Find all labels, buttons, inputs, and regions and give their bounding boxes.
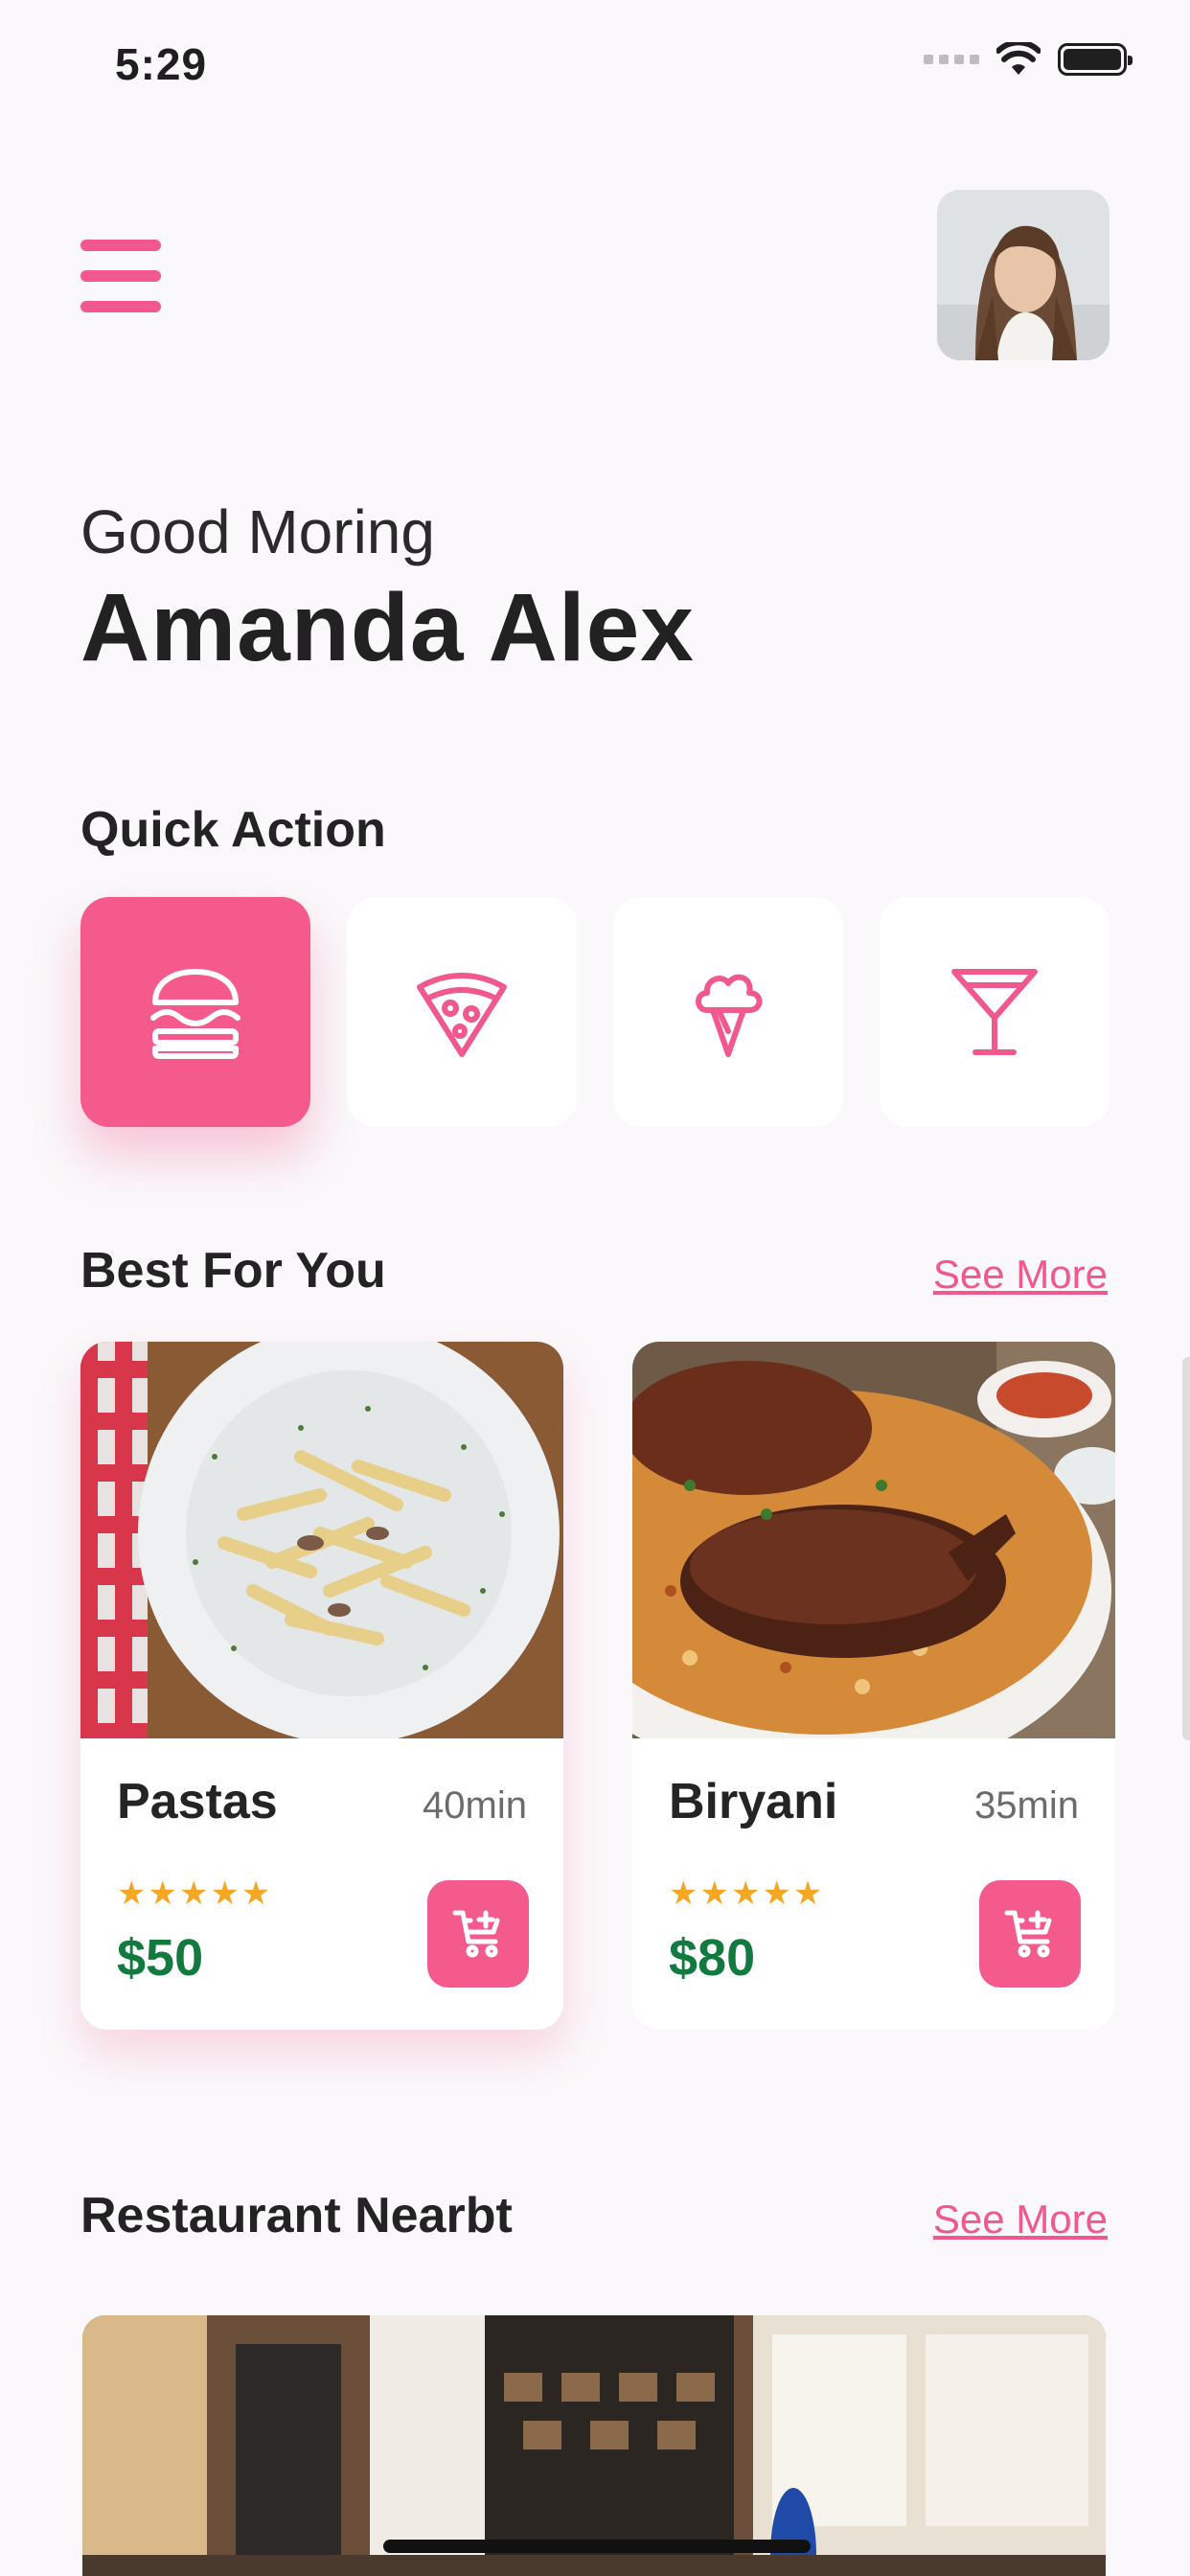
quick-action-ice-cream[interactable] <box>613 897 843 1127</box>
food-image-biryani <box>632 1342 1115 1738</box>
add-to-cart-button[interactable] <box>979 1880 1081 1988</box>
food-card-pastas[interactable]: Pastas 40min ★★★★★ $50 <box>80 1342 563 2030</box>
food-time: 40min <box>423 1784 527 1827</box>
add-to-cart-button[interactable] <box>427 1880 529 1988</box>
food-image-pastas <box>80 1342 563 1738</box>
status-time: 5:29 <box>115 39 208 89</box>
user-avatar[interactable] <box>937 190 1110 360</box>
status-icons <box>924 42 1133 77</box>
wifi-icon <box>996 42 1041 75</box>
battery-icon <box>1058 43 1133 76</box>
menu-line <box>80 240 161 251</box>
cocktail-icon <box>951 969 1038 1055</box>
burger-icon <box>150 969 240 1059</box>
food-time: 35min <box>974 1784 1079 1827</box>
quick-action-cocktail[interactable] <box>880 897 1110 1127</box>
restaurant-image[interactable] <box>82 2315 1106 2576</box>
ice-cream-icon <box>696 974 763 1057</box>
hamburger-menu-button[interactable] <box>80 240 161 312</box>
food-card-biryani[interactable]: Biryani 35min ★★★★★ $80 <box>632 1342 1115 2030</box>
quick-action-burger[interactable] <box>80 897 310 1127</box>
signal-icon <box>924 55 979 64</box>
restaurant-nearby-see-more-link[interactable]: See More <box>933 2196 1108 2242</box>
food-price: $80 <box>669 1929 756 1987</box>
add-to-cart-icon <box>452 1910 500 1958</box>
quick-action-row <box>80 897 1110 1127</box>
food-cards: Pastas 40min ★★★★★ $50 Biryani 35min ★★★… <box>80 1342 1115 2030</box>
restaurant-nearby-title: Restaurant Nearbt <box>80 2188 513 2243</box>
food-rating-stars: ★★★★★ <box>117 1875 273 1912</box>
food-name: Biryani <box>669 1774 838 1829</box>
food-card-peek[interactable] <box>1182 1357 1190 1740</box>
food-name: Pastas <box>117 1774 278 1829</box>
add-to-cart-icon <box>1004 1910 1052 1958</box>
pizza-icon <box>417 973 507 1057</box>
screen: 5:29 Good Moring Amanda Alex Quick Actio… <box>0 0 1190 2576</box>
food-price: $50 <box>117 1929 204 1987</box>
quick-action-pizza[interactable] <box>347 897 577 1127</box>
home-indicator[interactable] <box>383 2540 811 2553</box>
user-name: Amanda Alex <box>80 574 695 681</box>
best-for-you-title: Best For You <box>80 1243 386 1299</box>
best-for-you-see-more-link[interactable]: See More <box>933 1252 1108 1298</box>
menu-line <box>80 301 161 312</box>
quick-action-title: Quick Action <box>80 802 386 858</box>
menu-line <box>80 270 161 282</box>
greeting-salutation: Good Moring <box>80 497 435 566</box>
food-rating-stars: ★★★★★ <box>669 1875 825 1912</box>
